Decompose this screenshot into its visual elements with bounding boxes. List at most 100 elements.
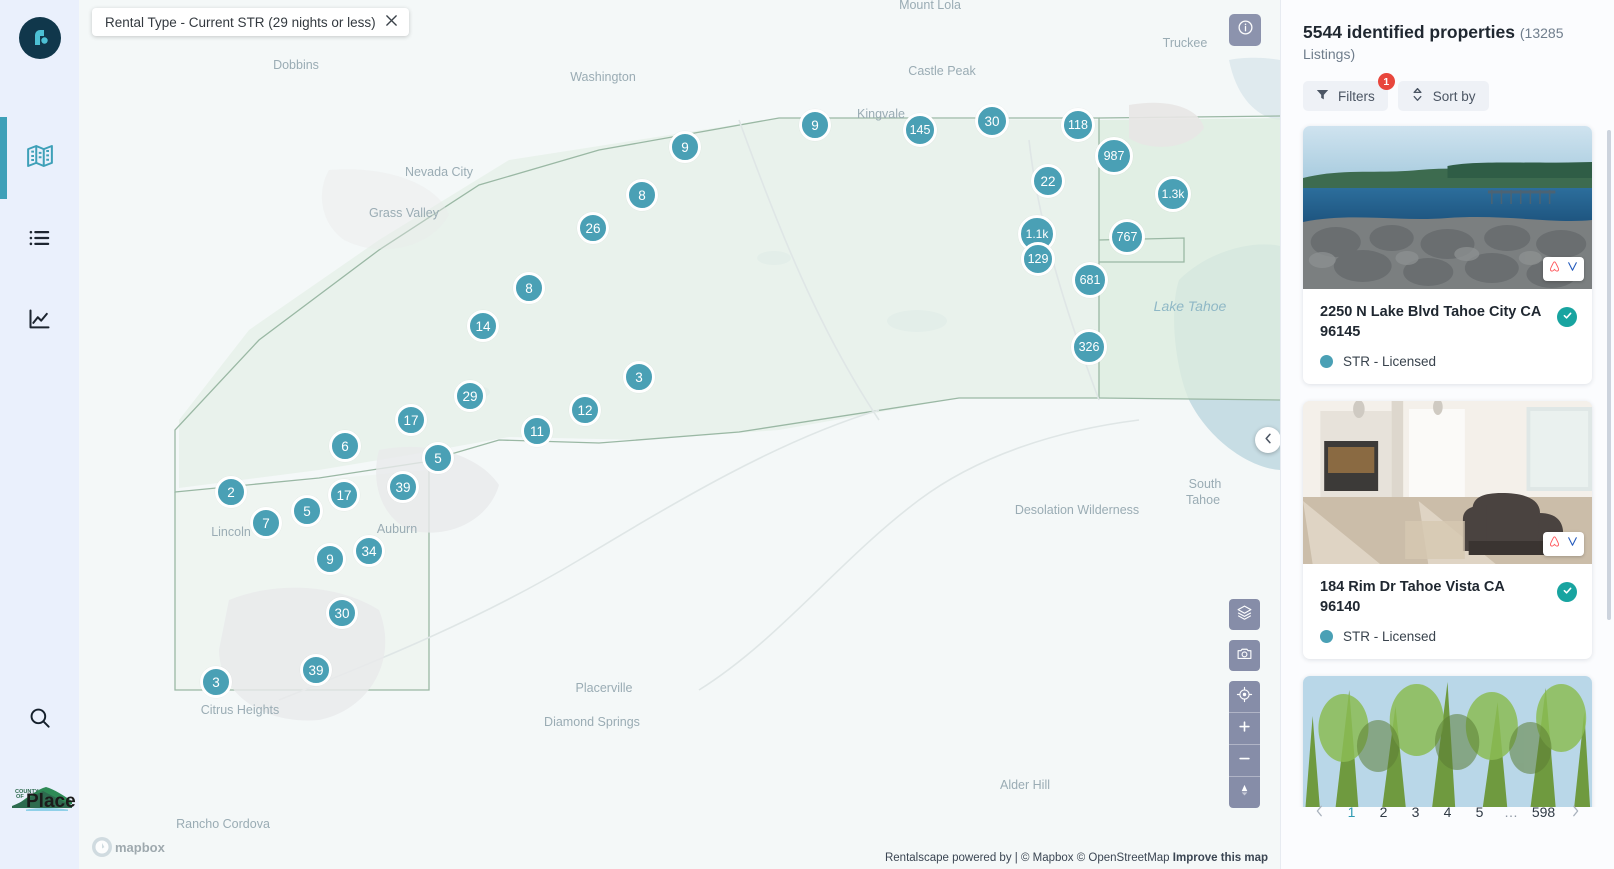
pagination-prev[interactable]	[1306, 798, 1334, 826]
property-address: 184 Rim Dr Tahoe Vista CA 96140	[1320, 579, 1505, 615]
property-status: STR - Licensed	[1320, 629, 1575, 644]
map-cluster-marker[interactable]: 9	[669, 131, 701, 163]
map-layers-control[interactable]	[1229, 599, 1260, 630]
map-cluster-marker[interactable]: 26	[577, 212, 609, 244]
map-canvas[interactable]: Dobbins Washington Castle Peak Kingvale Moun…	[79, 0, 1280, 869]
sort-by-button[interactable]: Sort by	[1397, 81, 1489, 111]
status-badge: STR - Licensed	[1343, 629, 1437, 645]
pagination-page[interactable]: 3	[1402, 798, 1430, 826]
map-cluster-marker[interactable]: 129	[1021, 242, 1055, 276]
chevron-left-icon	[1315, 804, 1324, 821]
sidebar-item-analytics[interactable]	[0, 281, 79, 363]
map-cluster-marker[interactable]: 14	[467, 310, 499, 342]
map-cluster-marker[interactable]: 39	[387, 471, 419, 503]
info-icon	[1237, 19, 1254, 41]
zoom-in-button[interactable]	[1229, 713, 1260, 744]
property-card-body: 184 Rim Dr Tahoe Vista CA 96140 STR - Li…	[1303, 564, 1592, 659]
map-icon	[25, 141, 55, 176]
map-cluster-marker[interactable]: 39	[300, 654, 332, 686]
map-info-button[interactable]	[1229, 14, 1261, 46]
pagination: 1 2 3 4 5 … 598	[1281, 797, 1614, 827]
check-icon	[1562, 308, 1573, 326]
map-filter-chip[interactable]: Rental Type - Current STR (29 nights or …	[92, 8, 409, 36]
filters-button[interactable]: Filters 1	[1303, 73, 1395, 111]
map-cluster-marker[interactable]: 1.3k	[1155, 176, 1191, 212]
sidebar-item-map[interactable]	[0, 117, 79, 199]
pagination-page[interactable]: 1	[1338, 798, 1366, 826]
map-cluster-marker[interactable]: 118	[1061, 108, 1095, 142]
pagination-page[interactable]: 2	[1370, 798, 1398, 826]
map-cluster-marker[interactable]: 3	[200, 666, 232, 698]
snapshot-button[interactable]	[1229, 640, 1260, 671]
layers-button[interactable]	[1229, 599, 1260, 630]
map-cluster-marker[interactable]: 17	[328, 479, 360, 511]
map-cluster-marker[interactable]: 30	[326, 597, 358, 629]
mapbox-logo[interactable]: mapbox	[91, 836, 179, 863]
results-toolbar: Filters 1 Sort by	[1303, 73, 1592, 111]
map-snapshot-control[interactable]	[1229, 640, 1260, 671]
pagination-page[interactable]: 4	[1434, 798, 1462, 826]
vrbo-icon	[1566, 535, 1579, 553]
locate-icon	[1236, 686, 1253, 708]
map-cluster-marker[interactable]: 3	[623, 361, 655, 393]
collapse-panel-button[interactable]	[1255, 427, 1280, 453]
improve-this-map-link[interactable]: Improve this map	[1173, 852, 1268, 864]
minus-icon	[1237, 751, 1252, 771]
map-cluster-marker[interactable]: 12	[569, 394, 601, 426]
pagination-page[interactable]: 598	[1530, 798, 1558, 826]
left-nav-rail: COUNTY OF Placer	[0, 0, 84, 869]
results-panel: 5544 identified properties (13285 Listin…	[1280, 0, 1614, 869]
verified-badge[interactable]	[1557, 307, 1577, 327]
property-photo	[1303, 676, 1592, 807]
map-cluster-marker[interactable]: 6	[329, 430, 361, 462]
verified-badge[interactable]	[1557, 582, 1577, 603]
filters-label: Filters	[1338, 88, 1375, 104]
compass-button[interactable]	[1229, 777, 1260, 808]
map-cluster-marker[interactable]: 7	[250, 507, 282, 539]
pagination-next[interactable]	[1562, 798, 1590, 826]
map-cluster-marker[interactable]: 11	[521, 415, 553, 447]
property-card-list[interactable]: 2250 N Lake Blvd Tahoe City CA 96145 STR…	[1281, 120, 1614, 807]
map-cluster-marker[interactable]: 8	[513, 272, 545, 304]
map-cluster-marker[interactable]: 2	[215, 476, 247, 508]
placer-logo[interactable]	[18, 17, 61, 59]
close-icon[interactable]	[385, 14, 398, 30]
map-attribution: Rentalscape powered by | © Mapbox © Open…	[885, 852, 1268, 864]
property-card[interactable]: 184 Rim Dr Tahoe Vista CA 96140 STR - Li…	[1303, 401, 1592, 660]
map-filter-chip-label: Rental Type - Current STR (29 nights or …	[105, 14, 376, 30]
map-cluster-marker[interactable]: 145	[903, 113, 937, 147]
map-cluster-marker[interactable]: 17	[395, 404, 427, 436]
map-cluster-marker[interactable]: 5	[422, 442, 454, 474]
map-cluster-marker[interactable]: 9	[799, 109, 831, 141]
status-dot-icon	[1320, 355, 1333, 369]
map-cluster-marker[interactable]: 30	[975, 104, 1009, 138]
locate-button[interactable]	[1229, 681, 1260, 712]
map-cluster-marker[interactable]: 9	[314, 543, 346, 575]
chevron-right-icon	[1571, 804, 1580, 821]
results-scrollbar[interactable]	[1607, 130, 1611, 620]
map-cluster-marker[interactable]: 987	[1095, 137, 1133, 175]
list-icon	[26, 224, 54, 257]
map-cluster-marker[interactable]: 681	[1072, 262, 1108, 298]
svg-text:mapbox: mapbox	[115, 840, 166, 855]
map-cluster-marker[interactable]: 29	[454, 380, 486, 412]
property-card[interactable]: 2250 N Lake Blvd Tahoe City CA 96145 STR…	[1303, 126, 1592, 385]
pagination-page[interactable]: 5	[1466, 798, 1494, 826]
map-cluster-marker[interactable]: 326	[1071, 329, 1107, 365]
sidebar-item-list[interactable]	[0, 199, 79, 281]
layers-icon	[1236, 604, 1253, 626]
map-cluster-marker[interactable]: 8	[626, 179, 658, 211]
map-cluster-marker[interactable]: 22	[1031, 164, 1065, 198]
map-zoom-controls[interactable]	[1229, 681, 1260, 808]
map-cluster-marker[interactable]: 5	[291, 495, 323, 527]
map-cluster-marker[interactable]: 767	[1109, 219, 1145, 255]
sidebar-search-button[interactable]	[0, 705, 79, 736]
map-attribution-text: Rentalscape powered by | © Mapbox © Open…	[884, 852, 1170, 864]
svg-text:Placer: Placer	[26, 791, 76, 812]
airbnb-icon	[1548, 535, 1561, 553]
map-cluster-marker[interactable]: 34	[353, 535, 385, 567]
property-card-body: 2250 N Lake Blvd Tahoe City CA 96145 STR…	[1303, 289, 1592, 384]
rentalscape-app: COUNTY OF Placer	[0, 0, 1614, 869]
zoom-out-button[interactable]	[1229, 745, 1260, 776]
property-card[interactable]	[1303, 676, 1592, 807]
